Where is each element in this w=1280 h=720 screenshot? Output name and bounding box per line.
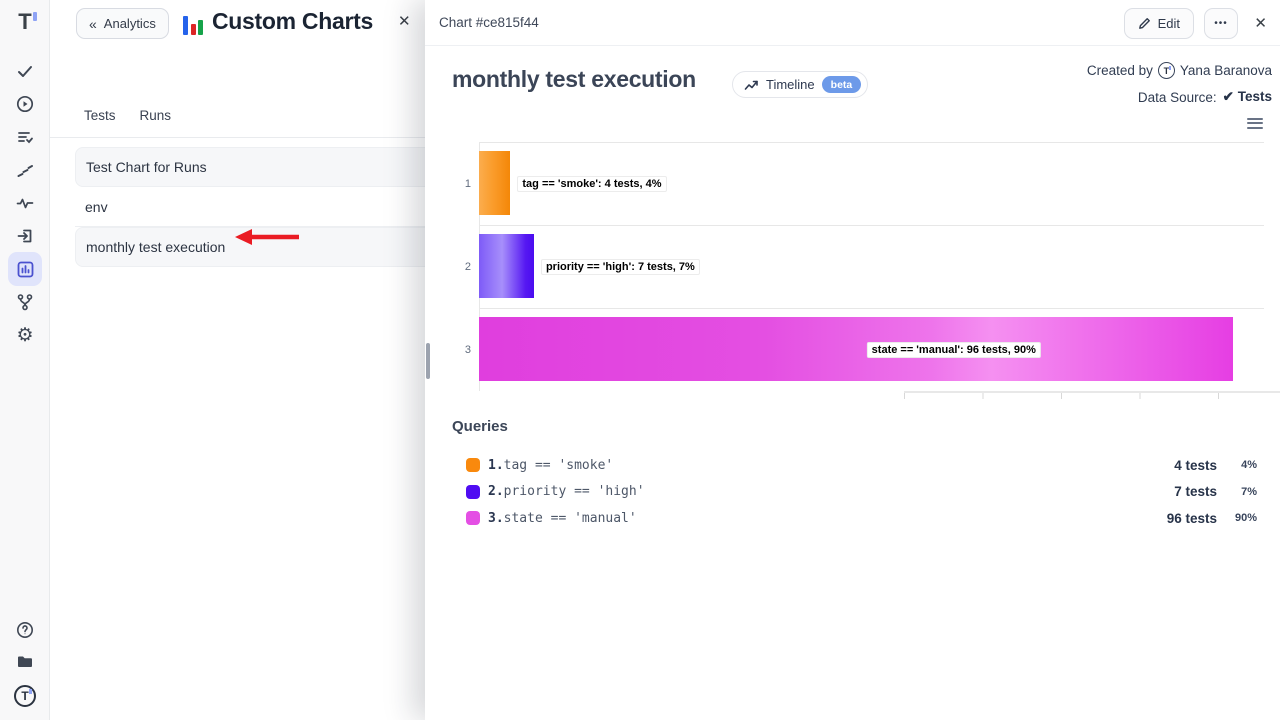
drawer-header: Chart #ce815f44 Edit ••• ✕: [425, 0, 1280, 46]
timeline-label: Timeline: [766, 77, 815, 92]
trend-line-icon: [744, 79, 759, 91]
check-icon: ✔: [1223, 89, 1234, 104]
activity-icon[interactable]: [8, 186, 42, 220]
bar-chart-plot: 1 2 3 tag == 'smoke': 4 tests, 4% priori…: [479, 142, 1264, 391]
gear-icon[interactable]: ⚙: [8, 318, 42, 352]
panel-close-icon[interactable]: ✕: [398, 12, 411, 30]
play-circle-icon[interactable]: [8, 87, 42, 121]
logo-badge-icon[interactable]: T: [8, 679, 42, 713]
edit-button[interactable]: Edit: [1124, 8, 1194, 39]
category-label: 2: [453, 261, 471, 273]
edit-button-label: Edit: [1158, 16, 1180, 31]
bar-priority-high[interactable]: [479, 234, 534, 298]
left-icon-rail: T ⚙: [0, 0, 50, 720]
app-logo-icon[interactable]: T: [8, 5, 42, 39]
chart-row: priority == 'high': 7 tests, 7%: [479, 225, 1264, 308]
bar-label: state == 'manual': 96 tests, 90%: [867, 342, 1041, 358]
query-color-swatch: [466, 458, 480, 472]
query-row: 2.priority == 'high' 7 tests 7%: [452, 479, 1257, 506]
chart-menu-burger-icon[interactable]: [1247, 118, 1263, 131]
ellipsis-icon: •••: [1214, 18, 1228, 29]
bar-label: priority == 'high': 7 tests, 7%: [541, 259, 700, 275]
more-options-button[interactable]: •••: [1204, 8, 1238, 39]
branch-icon[interactable]: [8, 285, 42, 319]
queries-list: 1.tag == 'smoke' 4 tests 4% 2.priority =…: [452, 452, 1257, 532]
tab-runs[interactable]: Runs: [140, 108, 172, 123]
query-text: 1.tag == 'smoke': [488, 458, 613, 473]
check-icon[interactable]: [8, 54, 42, 88]
list-item-label: monthly test execution: [86, 239, 225, 255]
query-percent: 4%: [1217, 459, 1257, 471]
category-label: 1: [453, 178, 471, 190]
pencil-icon: [1138, 17, 1151, 30]
avatar: T: [1158, 62, 1175, 79]
data-source-label: Data Source:: [1138, 90, 1217, 105]
timeline-toggle[interactable]: Timeline beta: [732, 71, 868, 98]
query-percent: 7%: [1217, 486, 1257, 498]
app-root: T ⚙: [0, 0, 1280, 720]
drawer-close-icon[interactable]: ✕: [1254, 14, 1267, 32]
chart-row: tag == 'smoke': 4 tests, 4%: [479, 142, 1264, 225]
query-tests-count: 96 tests: [1167, 511, 1217, 526]
x-axis-ticks: [904, 393, 1280, 399]
bar-chart-icon[interactable]: [8, 252, 42, 286]
tabs: Tests Runs: [84, 108, 171, 123]
list-item-label: Test Chart for Runs: [86, 159, 207, 175]
category-label: 3: [453, 344, 471, 356]
chart-detail-drawer: Chart #ce815f44 Edit ••• ✕ monthly test …: [425, 0, 1280, 720]
back-button-label: Analytics: [104, 16, 156, 31]
data-source-value: ✔ Tests: [1223, 89, 1272, 105]
page-title: Custom Charts: [212, 8, 373, 35]
help-icon[interactable]: [8, 613, 42, 647]
query-tests-count: 4 tests: [1174, 458, 1217, 473]
created-by-label: Created by: [1087, 63, 1153, 78]
back-to-analytics-button[interactable]: « Analytics: [76, 8, 169, 39]
query-text: 3.state == 'manual': [488, 511, 637, 526]
query-text: 2.priority == 'high': [488, 484, 645, 499]
created-by-row: Created by T Yana Baranova: [1087, 62, 1272, 79]
tab-tests[interactable]: Tests: [84, 108, 116, 123]
beta-badge: beta: [822, 76, 862, 93]
import-icon[interactable]: [8, 219, 42, 253]
drawer-scrollbar-thumb[interactable]: [426, 343, 430, 379]
query-percent: 90%: [1217, 512, 1257, 524]
bar-chart-colored-icon: [183, 11, 207, 35]
queries-heading: Queries: [452, 418, 508, 435]
query-color-swatch: [466, 485, 480, 499]
logo-t-glyph: T: [18, 11, 31, 33]
bar-state-manual[interactable]: [479, 317, 1233, 381]
chart-title: monthly test execution: [452, 66, 696, 93]
query-color-swatch: [466, 511, 480, 525]
stairs-icon[interactable]: [8, 153, 42, 187]
list-check-icon[interactable]: [8, 120, 42, 154]
chevrons-left-icon: «: [89, 17, 97, 31]
bar-tag-smoke[interactable]: [479, 151, 510, 215]
query-tests-count: 7 tests: [1174, 484, 1217, 499]
drawer-title: Chart #ce815f44: [439, 15, 539, 30]
data-source-row: Data Source: ✔ Tests: [1138, 89, 1272, 105]
query-row: 1.tag == 'smoke' 4 tests 4%: [452, 452, 1257, 479]
folder-icon[interactable]: [8, 645, 42, 679]
author-name: Yana Baranova: [1180, 63, 1272, 78]
list-item-label: env: [85, 199, 108, 215]
bar-label: tag == 'smoke': 4 tests, 4%: [517, 176, 666, 192]
query-row: 3.state == 'manual' 96 tests 90%: [452, 505, 1257, 532]
chart-row: state == 'manual': 96 tests, 90%: [479, 308, 1264, 391]
